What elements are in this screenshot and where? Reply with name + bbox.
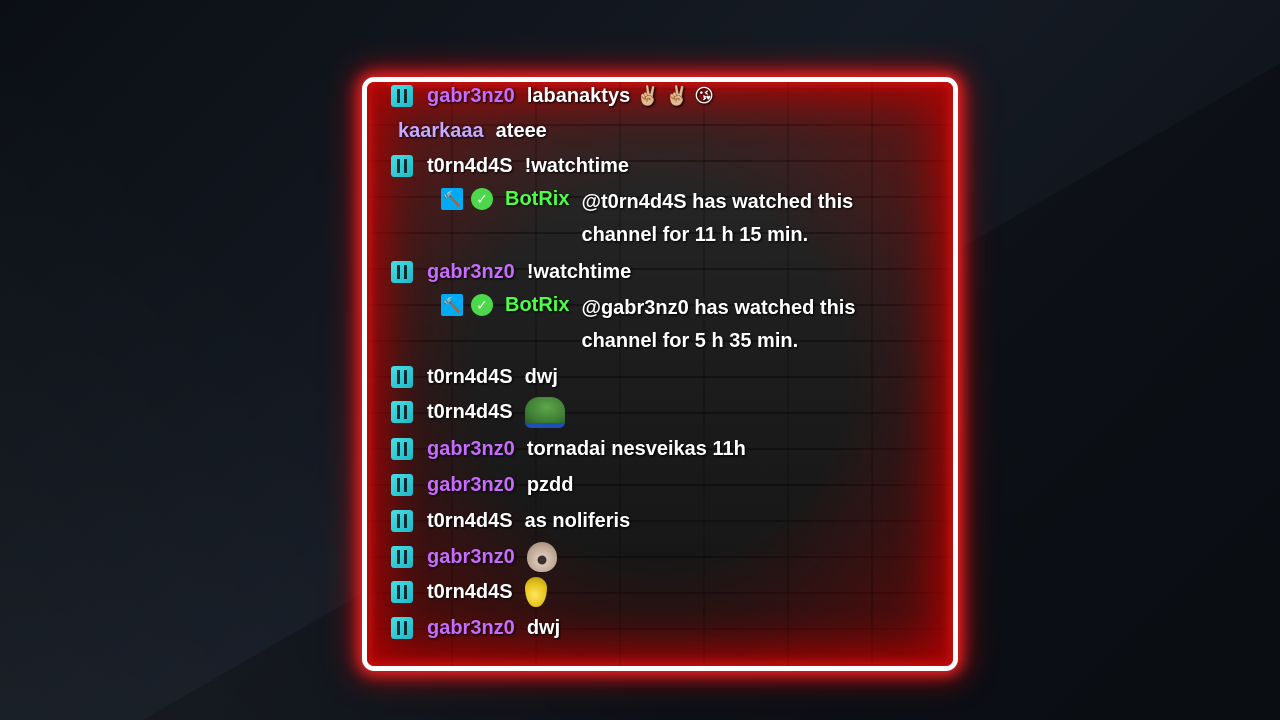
chat-text: dwj (524, 365, 558, 388)
bot-text: @gabr3nz0 has watched this channel for 5… (581, 292, 855, 358)
bot-message: 🔨 ✓ BotRix @gabr3nz0 has watched this ch… (441, 294, 855, 358)
emoji-group: ✌🏼 ✌🏼 😘 (636, 86, 714, 107)
subscriber-badge-icon (391, 617, 413, 639)
chat-username: gabr3nz0 (427, 545, 515, 568)
chat-text: dwj (526, 616, 561, 639)
subscriber-badge-icon (391, 366, 413, 388)
chat-message: gabr3nz0 tornadai nesveikas 11h (391, 435, 746, 463)
chat-username: gabr3nz0 (427, 616, 515, 639)
chat-message: t0rn4d4S dwj (391, 363, 558, 391)
subscriber-badge-icon (391, 510, 413, 532)
chat-text: labanaktys (526, 84, 631, 107)
bot-text: @t0rn4d4S has watched this channel for 1… (581, 186, 853, 252)
subscriber-badge-icon (391, 474, 413, 496)
subscriber-badge-icon (391, 401, 413, 423)
bot-text-line1: @t0rn4d4S has watched this (581, 191, 854, 213)
chat-username: t0rn4d4S (427, 365, 513, 388)
cat-emote (526, 542, 557, 572)
chat-username: kaarkaaa (398, 119, 484, 142)
subscriber-badge-icon (391, 438, 413, 460)
chat-message: gabr3nz0 (391, 542, 557, 572)
chat-text: !watchtime (524, 154, 630, 177)
bot-text-line1: @gabr3nz0 has watched this (581, 297, 856, 319)
verified-badge-icon: ✓ (471, 294, 493, 316)
chat-message: t0rn4d4S (391, 396, 565, 428)
chat-username: t0rn4d4S (427, 580, 513, 603)
chat-message: gabr3nz0 dwj (391, 614, 560, 642)
bot-username: BotRix (505, 188, 570, 210)
subscriber-badge-icon (391, 85, 413, 107)
chat-message: t0rn4d4S !watchtime (391, 152, 629, 180)
chat-message: gabr3nz0 labanaktys ✌🏼 ✌🏼 😘 (391, 82, 714, 110)
pepe-emote (524, 396, 565, 428)
verified-badge-icon: ✓ (471, 188, 493, 210)
subscriber-badge-icon (391, 581, 413, 603)
bot-text-line2: channel for 11 h 15 min. (581, 224, 809, 246)
moderator-badge-icon: 🔨 (441, 294, 463, 316)
chat-message: kaarkaaa ateee (398, 117, 547, 145)
chat-text: !watchtime (526, 260, 632, 283)
subscriber-badge-icon (391, 546, 413, 568)
pear-emote (524, 577, 547, 607)
moderator-badge-icon: 🔨 (441, 188, 463, 210)
chat-username: gabr3nz0 (427, 473, 515, 496)
chat-username: gabr3nz0 (427, 437, 515, 460)
chat-username: gabr3nz0 (427, 84, 515, 107)
chat-message-list: gabr3nz0 labanaktys ✌🏼 ✌🏼 😘 kaarkaaa ate… (367, 82, 953, 666)
chat-username: t0rn4d4S (427, 154, 513, 177)
chat-message: t0rn4d4S (391, 577, 547, 607)
chat-text: ateee (495, 119, 547, 142)
chat-overlay-frame: gabr3nz0 labanaktys ✌🏼 ✌🏼 😘 kaarkaaa ate… (362, 77, 958, 671)
chat-username: gabr3nz0 (427, 260, 515, 283)
chat-message: gabr3nz0 !watchtime (391, 258, 631, 286)
chat-text: pzdd (526, 473, 574, 496)
chat-text: as noliferis (524, 509, 631, 532)
chat-text: tornadai nesveikas 11h (526, 437, 746, 460)
chat-message: t0rn4d4S as noliferis (391, 507, 630, 535)
chat-message: gabr3nz0 pzdd (391, 471, 573, 499)
bot-username: BotRix (505, 294, 570, 316)
subscriber-badge-icon (391, 155, 413, 177)
bot-text-line2: channel for 5 h 35 min. (581, 330, 799, 352)
subscriber-badge-icon (391, 261, 413, 283)
bot-message: 🔨 ✓ BotRix @t0rn4d4S has watched this ch… (441, 188, 853, 252)
chat-username: t0rn4d4S (427, 400, 513, 423)
chat-username: t0rn4d4S (427, 509, 513, 532)
